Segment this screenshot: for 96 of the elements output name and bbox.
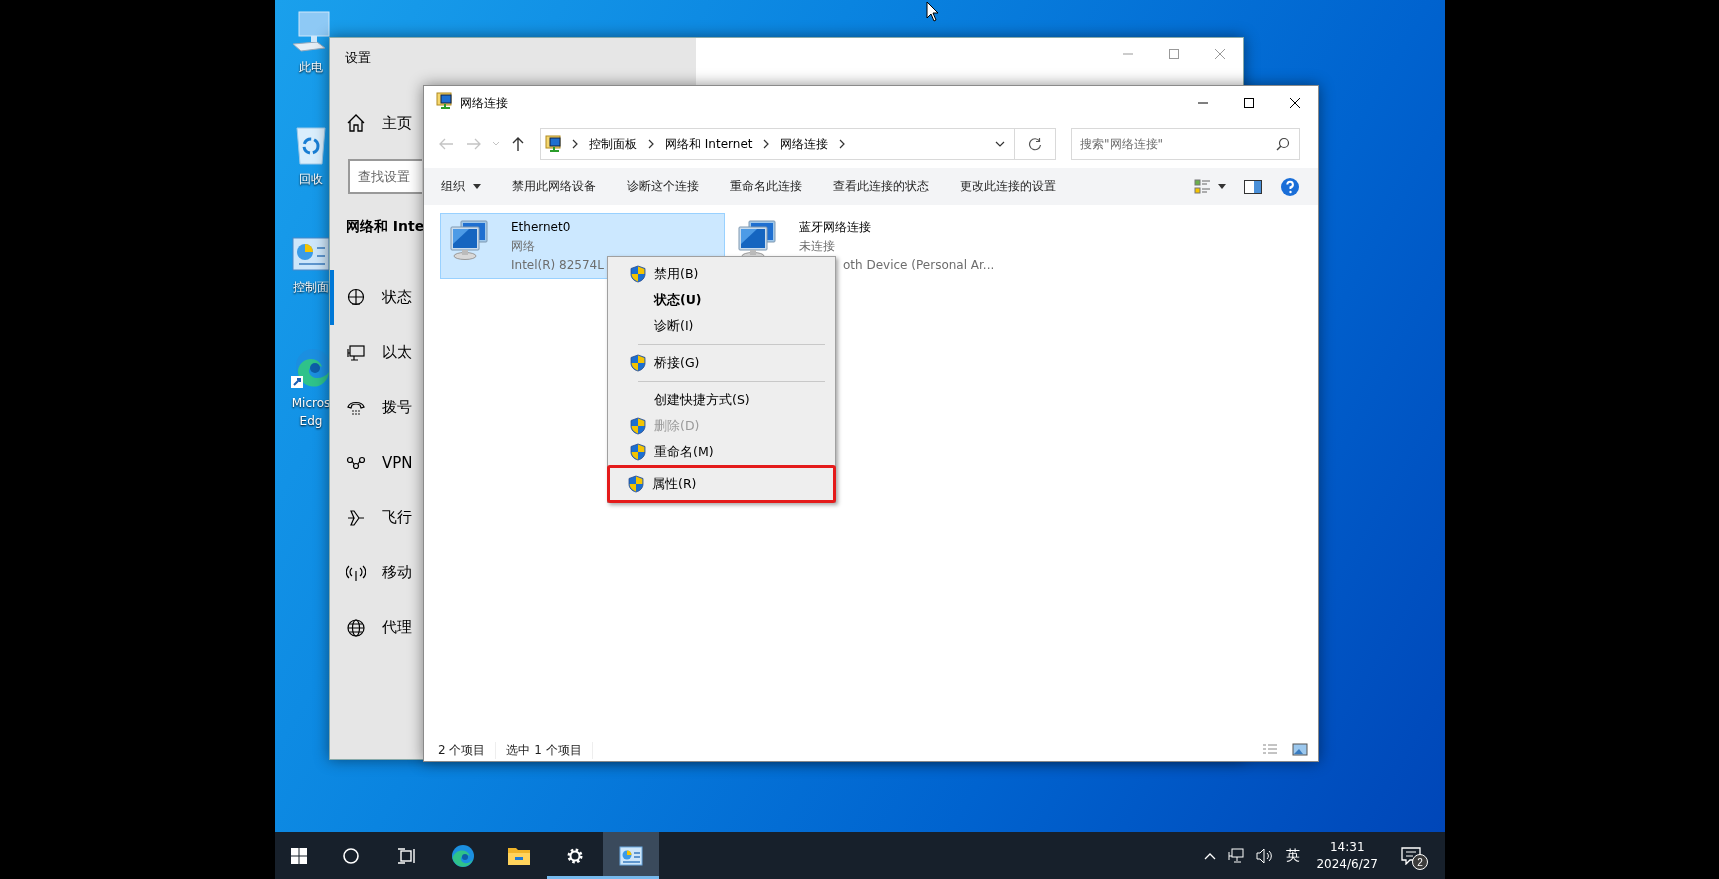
globe-icon bbox=[346, 287, 366, 308]
adapter-name: Intel(R) 82574L bbox=[511, 257, 604, 274]
connection-status: 未连接 bbox=[799, 238, 836, 255]
windows-icon bbox=[290, 846, 308, 865]
adapter-name: oth Device (Personal Ar... bbox=[842, 257, 995, 274]
nav-label: 飞行 bbox=[382, 508, 412, 527]
computer-icon bbox=[291, 10, 331, 54]
toolbar-command[interactable]: 组织 bbox=[430, 171, 492, 202]
status-text: 2 个项目 bbox=[438, 741, 497, 759]
menu-item[interactable]: 创建快捷方式(S) bbox=[610, 387, 833, 413]
chevron-icon bbox=[571, 139, 579, 149]
chevron-icon bbox=[838, 139, 847, 149]
image-icon bbox=[1292, 743, 1308, 757]
refresh-button[interactable] bbox=[1015, 128, 1056, 160]
caret-down-icon bbox=[995, 141, 1005, 147]
shield-icon bbox=[630, 417, 646, 435]
input-method-indicator[interactable]: 英 bbox=[1280, 832, 1307, 879]
time-text: 14:31 bbox=[1329, 840, 1365, 854]
home-icon bbox=[346, 113, 366, 133]
nav-item[interactable]: 拨号 bbox=[330, 380, 422, 435]
close-icon bbox=[1215, 49, 1225, 59]
search-icon bbox=[1276, 137, 1290, 151]
window-title: 网络连接 bbox=[460, 94, 509, 112]
airplane-icon bbox=[346, 507, 366, 528]
connection-status: 网络 bbox=[511, 238, 536, 255]
nav-label: 状态 bbox=[382, 288, 412, 307]
network-folder-icon bbox=[436, 92, 454, 110]
toolbar-command[interactable]: 查看此连接的状态 bbox=[822, 171, 940, 202]
search-icon bbox=[342, 846, 360, 865]
shield-icon bbox=[630, 443, 646, 461]
nav-label: 以太 bbox=[382, 343, 412, 362]
shield-icon bbox=[630, 265, 646, 283]
nav-item[interactable]: VPN bbox=[330, 435, 422, 490]
arrow-right-icon bbox=[466, 136, 482, 152]
connection-name: Ethernet0 bbox=[511, 219, 572, 236]
nav-label: 代理 bbox=[382, 618, 412, 637]
caret-down-icon bbox=[473, 184, 481, 189]
menu-item[interactable]: 桥接(G) bbox=[610, 350, 833, 376]
toolbar-command[interactable]: 禁用此网络设备 bbox=[501, 171, 607, 202]
menu-item[interactable]: 重命名(M) bbox=[610, 439, 833, 465]
network-icon bbox=[1228, 847, 1245, 864]
list-icon bbox=[1262, 743, 1278, 757]
nav-label: 移动 bbox=[382, 563, 412, 582]
nav-item[interactable]: 代理 bbox=[330, 600, 422, 655]
shield-icon bbox=[628, 475, 644, 493]
maximize-icon bbox=[1244, 98, 1254, 108]
caret-up-icon bbox=[1204, 851, 1217, 860]
chevron-icon bbox=[647, 139, 655, 149]
toolbar-command[interactable]: 重命名此连接 bbox=[719, 171, 813, 202]
browser-icon bbox=[451, 843, 475, 868]
volume-icon bbox=[1256, 847, 1275, 864]
control-panel-button[interactable] bbox=[603, 832, 659, 879]
pane-icon bbox=[1244, 179, 1262, 194]
arrow-left-icon bbox=[438, 136, 454, 152]
address-bar[interactable]: 控制面板 网络和 Internet 网络连接 bbox=[540, 128, 1015, 160]
maximize-icon bbox=[1169, 49, 1179, 59]
home-link[interactable]: 主页 bbox=[382, 113, 412, 133]
nav-label: VPN bbox=[382, 453, 413, 472]
section-heading: 网络和 Inte bbox=[346, 218, 425, 236]
breadcrumb-item[interactable]: 网络和 Internet bbox=[663, 135, 755, 153]
toolbar-command[interactable]: 诊断这个连接 bbox=[616, 171, 710, 202]
nav-label: 拨号 bbox=[382, 398, 412, 417]
toolbar-command[interactable]: 更改此连接的设置 bbox=[949, 171, 1067, 202]
arrow-up-icon bbox=[510, 136, 526, 152]
menu-item[interactable]: 属性(R) bbox=[607, 465, 836, 503]
nav-item[interactable]: 移动 bbox=[330, 545, 422, 600]
notification-button[interactable]: 2 bbox=[1388, 832, 1434, 879]
menu-item[interactable]: 状态(U) bbox=[610, 287, 833, 313]
caret-down-icon bbox=[492, 141, 500, 147]
nav-item[interactable]: 飞行 bbox=[330, 490, 422, 545]
search-field[interactable]: 查找设置 bbox=[348, 159, 422, 194]
chevron-icon bbox=[762, 139, 771, 149]
task-view-icon bbox=[397, 846, 417, 865]
help-icon bbox=[1280, 176, 1300, 197]
cursor-icon bbox=[926, 1, 940, 23]
clock[interactable]: 14:31 2024/6/27 bbox=[1306, 832, 1388, 879]
refresh-icon bbox=[1028, 137, 1042, 151]
menu-item[interactable]: 诊断(I) bbox=[610, 313, 833, 339]
breadcrumb-item[interactable]: 网络连接 bbox=[778, 135, 831, 153]
monitor-icon bbox=[346, 342, 366, 363]
breadcrumb-item[interactable]: 控制面板 bbox=[587, 135, 639, 153]
control-panel-icon bbox=[619, 845, 643, 866]
date-text: 2024/6/27 bbox=[1316, 857, 1378, 871]
nav-item[interactable]: 以太 bbox=[330, 325, 422, 380]
shield-icon bbox=[630, 354, 646, 372]
view-icon bbox=[1194, 177, 1212, 196]
status-text: 选中 1 个项目 bbox=[506, 741, 593, 759]
notification-count: 2 bbox=[1412, 854, 1428, 870]
message-icon bbox=[1401, 846, 1421, 865]
close-icon bbox=[1290, 98, 1300, 108]
control-panel-icon bbox=[291, 234, 331, 274]
caret-down-icon bbox=[1218, 184, 1226, 189]
network-folder-icon bbox=[545, 135, 563, 153]
globe-icon bbox=[346, 617, 366, 638]
connection-name: 蓝牙网络连接 bbox=[799, 219, 872, 236]
window-title: 设置 bbox=[345, 49, 371, 67]
